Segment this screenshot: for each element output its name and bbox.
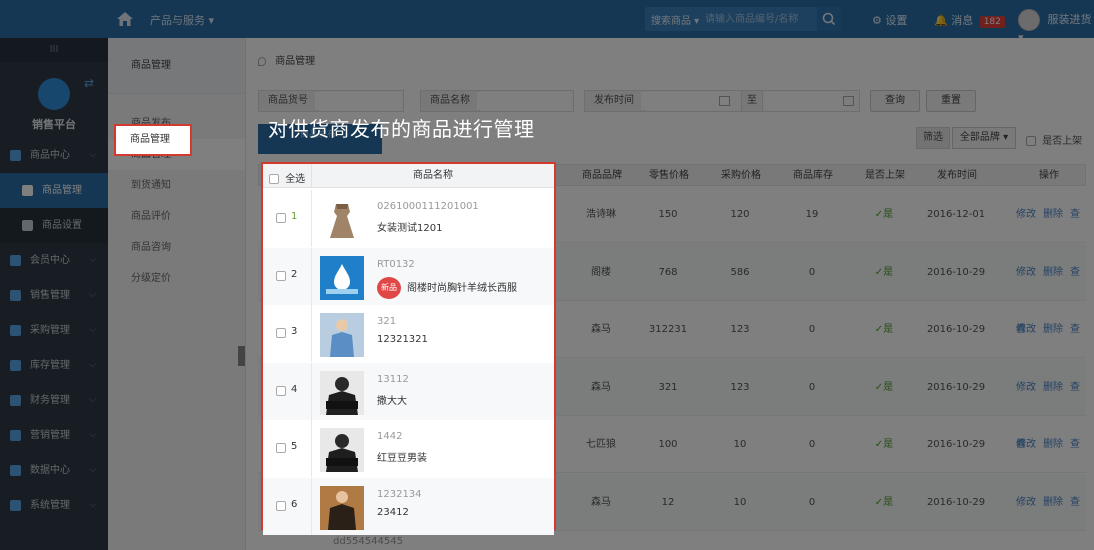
row-checkbox[interactable] (276, 213, 286, 223)
column-divider (311, 247, 312, 305)
column-divider (311, 305, 312, 362)
list-item: 5 1442 红豆豆男装 (263, 420, 554, 477)
product-thumbnail[interactable] (320, 370, 364, 415)
product-name[interactable]: 女装测试1201 (377, 219, 442, 234)
row-checkbox[interactable] (276, 500, 286, 511)
product-code: 1442 (377, 431, 403, 442)
select-all[interactable]: 全选 (269, 170, 305, 185)
list-item: 3 321 12321321 (263, 305, 554, 362)
product-thumbnail[interactable] (320, 313, 364, 357)
product-code: 0261000111201001 (377, 201, 479, 212)
row-checkbox[interactable] (276, 328, 286, 338)
product-name-text: 红豆豆男装 (377, 453, 427, 464)
select-all-label: 全选 (285, 174, 306, 185)
product-thumbnail[interactable] (320, 198, 364, 242)
row-checkbox[interactable] (276, 443, 286, 453)
row-checkbox[interactable] (276, 385, 286, 396)
highlighted-menu-item[interactable]: 商品管理 (114, 124, 192, 156)
row-checkbox[interactable] (276, 270, 286, 281)
col-product-name: 商品名称 (311, 164, 554, 188)
product-name-text: 阁楼时尚胸针羊绒长西服 (407, 282, 517, 294)
product-name[interactable]: 红豆豆男装 (377, 449, 427, 464)
product-code: 1232134 (377, 488, 422, 500)
product-name-text: 12321321 (377, 334, 428, 345)
list-item: 6 1232134 23412 (263, 477, 554, 535)
column-divider (311, 190, 312, 247)
product-thumbnail[interactable] (320, 428, 364, 472)
product-name[interactable]: 23412 (377, 507, 409, 518)
row-index: 2 (291, 268, 298, 280)
tutorial-caption: 对供货商发布的商品进行管理 (268, 117, 535, 141)
list-item: 2 RT0132 新品 阁楼时尚胸针羊绒长西服 (263, 247, 554, 305)
product-name[interactable]: 撒大大 (377, 392, 407, 407)
column-divider (311, 420, 312, 477)
product-code: RT0132 (377, 258, 415, 270)
new-badge: 新品 (377, 276, 401, 299)
product-thumbnail[interactable] (320, 485, 364, 530)
list-item: 1 0261000111201001 女装测试1201 (263, 190, 554, 247)
product-code: 13112 (377, 373, 409, 385)
product-name-text: 撒大大 (377, 395, 407, 407)
row-index: 5 (291, 441, 298, 452)
product-code: 321 (377, 316, 397, 327)
highlight-header: 全选 商品名称 (263, 164, 554, 188)
column-divider (311, 362, 312, 420)
product-name[interactable]: 新品 阁楼时尚胸针羊绒长西服 (377, 276, 517, 299)
column-divider (311, 477, 312, 535)
row-index: 6 (291, 498, 298, 510)
select-all-checkbox[interactable] (269, 174, 279, 184)
product-name-text: 女装测试1201 (377, 223, 443, 234)
row-index: 3 (291, 326, 298, 337)
row-index: 1 (291, 211, 298, 222)
highlighted-product-list: 全选 商品名称 1 0261000111201001 女装测试1201 2 RT0132… (261, 162, 556, 535)
row-index: 4 (291, 383, 298, 395)
product-thumbnail[interactable] (320, 255, 364, 300)
product-name[interactable]: 12321321 (377, 334, 428, 345)
list-item: 4 13112 撒大大 (263, 362, 554, 420)
product-name-text: 23412 (377, 506, 409, 518)
